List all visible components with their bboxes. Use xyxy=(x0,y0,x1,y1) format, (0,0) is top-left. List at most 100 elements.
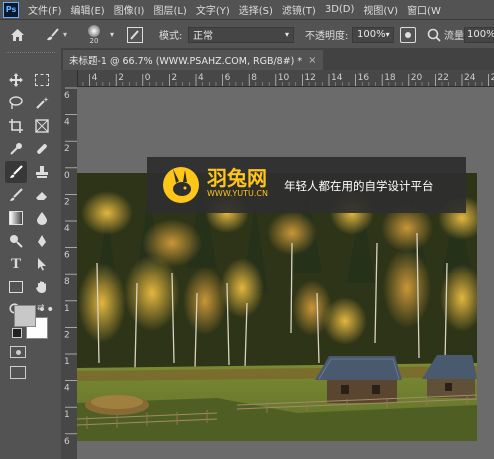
default-colors-icon[interactable] xyxy=(12,328,22,338)
ruler-horizontal: 64202468101214161820222426 xyxy=(61,70,494,87)
menu-file[interactable]: 文件(F) xyxy=(28,2,62,17)
menu-layer[interactable]: 图层(L) xyxy=(153,2,186,17)
frame-tool-icon[interactable] xyxy=(31,115,53,137)
mode-value: 正常 xyxy=(193,31,213,42)
brush-tool-icon[interactable] xyxy=(5,161,27,183)
ruler-tick-label: 1 xyxy=(64,410,70,420)
ruler-tick-label: 2 xyxy=(64,330,70,340)
brush-preset-icon[interactable]: ▾ xyxy=(44,20,67,49)
menu-window[interactable]: 窗口(W xyxy=(407,2,441,17)
ruler-tick-label: 26 xyxy=(491,73,494,83)
options-bar: ▾ 20 ▾ 模式: 正常 ▾ 不透明度: 100% ▾ 流量: 100% xyxy=(0,19,494,50)
yutu-logo-icon xyxy=(161,165,201,209)
lasso-tool-icon[interactable] xyxy=(5,92,27,114)
hand-tool-icon[interactable] xyxy=(31,276,53,298)
search-icon[interactable] xyxy=(427,20,441,49)
ruler-tick-label: 24 xyxy=(464,73,476,83)
ruler-tick-label: 0 xyxy=(64,171,70,181)
eraser-icon[interactable] xyxy=(31,184,53,206)
menu-type[interactable]: 文字(Y) xyxy=(196,2,230,17)
ruler-vertical-ticks: 6 4 2 0 2 4 6 8 1 2 1 4 1 6 xyxy=(64,87,77,447)
menu-edit[interactable]: 编辑(E) xyxy=(71,2,105,17)
ruler-tick-label: 4 xyxy=(64,224,70,234)
ruler-tick-label: 1 xyxy=(64,357,70,367)
quick-mask-icon[interactable] xyxy=(10,346,26,358)
tools-panel: T ••• ⇄ xyxy=(0,48,62,459)
close-icon[interactable]: × xyxy=(308,55,316,66)
eyedropper-icon[interactable] xyxy=(5,138,27,160)
menu-bar: Ps 文件(F) 编辑(E) 图像(I) 图层(L) 文字(Y) 选择(S) 滤… xyxy=(0,0,494,19)
magic-wand-icon[interactable] xyxy=(31,92,53,114)
ruler-tick-label: 2 xyxy=(118,73,124,83)
rectangle-tool-icon[interactable] xyxy=(5,276,27,298)
ruler-tick-label: 2 xyxy=(64,144,70,154)
ruler-tick-label: 14 xyxy=(331,73,343,83)
move-tool-icon[interactable] xyxy=(5,69,27,91)
menu-3d[interactable]: 3D(D) xyxy=(325,4,355,15)
stamp-tool-icon[interactable] xyxy=(31,161,53,183)
pen-tool-icon[interactable] xyxy=(31,230,53,252)
ruler-tick-label: 4 xyxy=(198,73,204,83)
home-icon[interactable] xyxy=(10,20,25,49)
ruler-origin[interactable] xyxy=(61,70,78,87)
brush-size-value: 20 xyxy=(89,36,99,45)
ruler-tick-label: 2 xyxy=(64,197,70,207)
ruler-tick-label: 6 xyxy=(225,73,231,83)
history-brush-icon[interactable] xyxy=(5,184,27,206)
photoshop-logo: Ps xyxy=(3,1,19,18)
ruler-tick-label: 18 xyxy=(384,73,396,83)
ruler-horizontal-ticks: 64202468101214161820222426 xyxy=(62,73,494,86)
pressure-opacity-icon[interactable] xyxy=(400,20,416,49)
ruler-tick-label: 0 xyxy=(145,73,151,83)
swap-colors-icon[interactable]: ⇄ xyxy=(37,303,45,313)
canvas-area[interactable] xyxy=(77,87,494,459)
ruler-tick-label: 4 xyxy=(92,73,98,83)
ruler-tick-label: 22 xyxy=(437,73,448,83)
ruler-tick-label: 4 xyxy=(64,118,70,128)
landscape-photo xyxy=(77,173,477,441)
dodge-tool-icon[interactable] xyxy=(5,230,27,252)
chevron-down-icon: ▾ xyxy=(385,30,390,39)
flow-input[interactable]: 100% xyxy=(464,26,494,43)
path-select-icon[interactable] xyxy=(31,253,53,275)
ruler-tick-label: 4 xyxy=(64,384,70,394)
gradient-tool-icon[interactable] xyxy=(5,207,27,229)
ruler-tick-label: 10 xyxy=(278,73,290,83)
ruler-tick-label: 1 xyxy=(64,304,70,314)
opacity-input[interactable]: 100% ▾ xyxy=(352,26,394,43)
foreground-color-swatch[interactable] xyxy=(14,305,36,327)
ruler-tick-label: 2 xyxy=(171,73,177,83)
ruler-tick-label: 8 xyxy=(251,73,257,83)
menu-filter[interactable]: 滤镜(T) xyxy=(282,2,316,17)
document-tab[interactable]: 未标题-1 @ 66.7% (WWW.PSAHZ.COM, RGB/8#) * … xyxy=(63,50,323,70)
watermark-banner: 羽兔网 WWW.YUTU.CN 年轻人都在用的自学设计平台 xyxy=(147,157,466,213)
blur-tool-icon[interactable] xyxy=(31,207,53,229)
ruler-tick-label: 6 xyxy=(64,91,70,101)
ruler-tick-label: 20 xyxy=(411,73,423,83)
menu-image[interactable]: 图像(I) xyxy=(114,2,145,17)
heal-brush-icon[interactable] xyxy=(31,138,53,160)
chevron-down-icon[interactable]: ▾ xyxy=(110,20,114,49)
opacity-value: 100% xyxy=(357,29,386,40)
brush-settings-icon[interactable] xyxy=(127,20,143,49)
ruler-tick-label: 8 xyxy=(64,277,70,287)
screen-mode-icon[interactable] xyxy=(10,366,26,379)
marquee-tool-icon[interactable] xyxy=(31,69,53,91)
brand-slogan: 年轻人都在用的自学设计平台 xyxy=(284,179,434,193)
brush-size-picker[interactable]: 20 xyxy=(88,20,100,49)
opacity-label: 不透明度: xyxy=(305,31,349,42)
brand-url: WWW.YUTU.CN xyxy=(207,189,268,198)
type-tool-icon[interactable]: T xyxy=(5,253,27,275)
flow-value: 100% xyxy=(467,29,494,40)
crop-tool-icon[interactable] xyxy=(5,115,27,137)
mode-label: 模式: xyxy=(159,31,183,42)
mode-select[interactable]: 正常 ▾ xyxy=(188,26,294,43)
document-tab-bar: 未标题-1 @ 66.7% (WWW.PSAHZ.COM, RGB/8#) * … xyxy=(61,48,494,71)
menu-view[interactable]: 视图(V) xyxy=(363,2,398,17)
ruler-tick-label: 12 xyxy=(304,73,315,83)
ruler-tick-label: 6 xyxy=(64,437,70,447)
chevron-down-icon: ▾ xyxy=(63,30,68,39)
ruler-tick-label: 16 xyxy=(358,73,370,83)
panel-grip[interactable] xyxy=(6,52,55,56)
menu-select[interactable]: 选择(S) xyxy=(239,2,273,17)
